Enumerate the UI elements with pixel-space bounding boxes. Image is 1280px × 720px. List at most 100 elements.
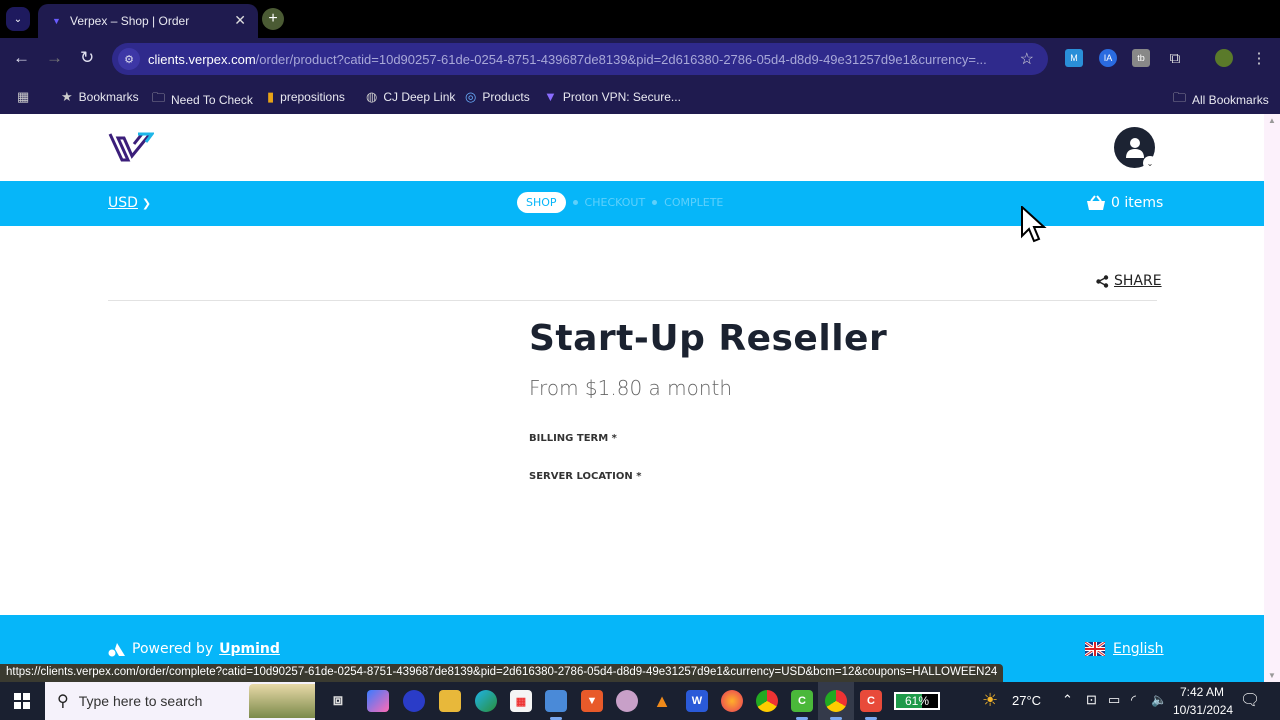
clock-time[interactable]: 7:42 AM — [1180, 685, 1224, 699]
basket-icon — [1087, 195, 1105, 210]
extension-m-icon[interactable]: M — [1065, 49, 1083, 67]
search-highlight-image — [249, 684, 315, 718]
chevron-down-icon: ⌄ — [1143, 156, 1157, 170]
bookmarks-bar: ▦ ★ Bookmarks 🗀 Need To Check ▮ preposition… — [0, 80, 1280, 114]
chrome-icon[interactable] — [756, 690, 778, 712]
folder-icon: 🗀 — [1173, 90, 1187, 105]
clock-date[interactable]: 10/31/2024 — [1173, 703, 1233, 717]
apps-grid-icon[interactable]: ▦ — [17, 89, 29, 105]
order-nav-bar: USD ❯ SHOP CHECKOUT COMPLETE 0 items — [0, 181, 1264, 226]
proton-vpn-icon: ▼ — [544, 89, 557, 104]
app-icon[interactable] — [403, 690, 425, 712]
search-icon: ⚲ — [57, 693, 69, 710]
battery-tray-icon[interactable]: ▭ — [1108, 692, 1120, 708]
close-tab-icon[interactable]: ✕ — [234, 12, 246, 29]
new-tab-button[interactable]: + — [262, 8, 284, 30]
product-price: From $1.80 a month — [529, 376, 733, 400]
url-text[interactable]: clients.verpex.com/order/product?catid=1… — [148, 52, 998, 67]
tab-title: Verpex – Shop | Order — [70, 14, 190, 28]
show-hidden-icons[interactable]: ⌃ — [1062, 692, 1073, 708]
tab-search-button[interactable]: ⌄ — [6, 7, 30, 31]
site-info-icon[interactable]: ⚙ — [118, 48, 140, 70]
mouse-cursor-icon — [1021, 206, 1047, 243]
profile-avatar[interactable] — [1215, 49, 1233, 67]
chrome-active-icon[interactable] — [825, 690, 847, 712]
chevron-down-icon: ❯ — [141, 197, 152, 210]
upmind-logo-icon — [108, 642, 125, 656]
bookmark-item[interactable]: ◍ CJ Deep Link — [366, 89, 455, 105]
camera-icon[interactable]: ⊡ — [1086, 692, 1097, 708]
browser-menu-icon[interactable]: ⋮ — [1250, 49, 1268, 67]
step-checkout: CHECKOUT — [584, 196, 646, 209]
billing-term-label: BILLING TERM * — [529, 433, 617, 444]
wifi-icon[interactable]: ◜ — [1131, 692, 1136, 708]
step-separator — [572, 200, 578, 205]
windows-start-icon[interactable] — [14, 693, 30, 709]
scroll-up-icon[interactable]: ▲ — [1268, 116, 1276, 125]
share-button[interactable]: SHARE — [1096, 273, 1162, 289]
reload-icon[interactable]: ↻ — [80, 48, 94, 68]
browser-tab-bar: ⌄ ▼ Verpex – Shop | Order ✕ + — [0, 0, 1280, 38]
battery-indicator[interactable]: 61% — [894, 692, 940, 710]
product-title: Start-Up Reseller — [529, 318, 888, 359]
web-page: ⌄ USD ❯ SHOP CHECKOUT COMPLETE 0 items SH… — [0, 114, 1264, 682]
cart-button[interactable]: 0 items — [1086, 195, 1163, 211]
scroll-down-icon[interactable]: ▼ — [1268, 671, 1276, 680]
task-view-icon[interactable]: ⧈ — [327, 690, 349, 712]
file-explorer-icon[interactable] — [439, 690, 461, 712]
account-menu-button[interactable]: ⌄ — [1114, 127, 1157, 170]
star-icon: ★ — [61, 89, 73, 104]
address-bar[interactable]: ⚙ clients.verpex.com/order/product?catid… — [112, 43, 1048, 75]
server-location-label: SERVER LOCATION * — [529, 471, 642, 482]
forward-icon[interactable]: → — [46, 48, 63, 68]
currency-selector[interactable]: USD ❯ — [108, 195, 151, 211]
globe-icon: ◍ — [366, 89, 378, 104]
snipping-tool-icon[interactable] — [616, 690, 638, 712]
taskbar-search[interactable]: ⚲ Type here to search — [45, 682, 315, 720]
step-separator — [652, 200, 658, 205]
bookmark-favicon: ▮ — [267, 89, 275, 104]
all-bookmarks[interactable]: 🗀 All Bookmarks — [1173, 89, 1269, 111]
camtasia-icon[interactable]: C — [791, 690, 813, 712]
folder-icon: 🗀 — [152, 90, 166, 105]
bookmark-item[interactable]: ▮ prepositions — [267, 89, 345, 105]
remote-desktop-icon[interactable] — [545, 690, 567, 712]
product-favicon: ◎ — [465, 89, 477, 104]
language-selector[interactable]: English — [1085, 641, 1164, 657]
word-icon[interactable]: W — [686, 690, 708, 712]
vlc-icon[interactable]: ▲ — [651, 690, 673, 712]
divider — [108, 300, 1157, 301]
link-status-bubble: https://clients.verpex.com/order/complet… — [0, 664, 1004, 682]
weather-temp[interactable]: 27°C — [1012, 693, 1041, 708]
powered-by: Powered by Upmind — [108, 641, 280, 657]
upmind-link[interactable]: Upmind — [219, 641, 280, 657]
step-shop[interactable]: SHOP — [517, 192, 566, 213]
verpex-logo[interactable] — [108, 130, 154, 164]
bookmark-item[interactable]: ▼ Proton VPN: Secure... — [544, 89, 681, 104]
bookmark-item[interactable]: 🗀 Need To Check — [152, 89, 253, 111]
bookmark-item[interactable]: ★ Bookmarks — [61, 89, 139, 105]
uk-flag-icon — [1085, 642, 1105, 656]
brave-icon[interactable]: ▼ — [581, 690, 603, 712]
browser-toolbar: ← → ↻ ⚙ clients.verpex.com/order/product… — [0, 38, 1280, 80]
copilot-icon[interactable] — [367, 690, 389, 712]
share-icon — [1096, 274, 1109, 288]
bookmark-star-icon[interactable]: ☆ — [1020, 49, 1034, 69]
extension-ia-icon[interactable]: IA — [1099, 49, 1117, 67]
page-scrollbar[interactable]: ▲ ▼ — [1264, 114, 1280, 682]
checkout-steps: SHOP CHECKOUT COMPLETE — [517, 192, 723, 213]
step-complete: COMPLETE — [664, 196, 724, 209]
weather-icon[interactable]: ☀ — [982, 690, 998, 711]
firefox-icon[interactable] — [721, 690, 743, 712]
extension-tb-icon[interactable]: tb — [1132, 49, 1150, 67]
bookmark-item[interactable]: ◎ Products — [465, 89, 530, 105]
volume-icon[interactable]: 🔈 — [1151, 692, 1167, 708]
notifications-icon[interactable]: 🗨 — [1240, 690, 1260, 710]
back-icon[interactable]: ← — [13, 48, 30, 68]
verpex-favicon: ▼ — [52, 16, 61, 26]
edge-icon[interactable] — [475, 690, 497, 712]
camtasia-recorder-icon[interactable]: C — [860, 690, 882, 712]
browser-tab[interactable]: ▼ Verpex – Shop | Order ✕ — [38, 4, 258, 38]
extensions-puzzle-icon[interactable]: ⧉ — [1166, 49, 1184, 67]
ms-store-icon[interactable]: ▦ — [510, 690, 532, 712]
